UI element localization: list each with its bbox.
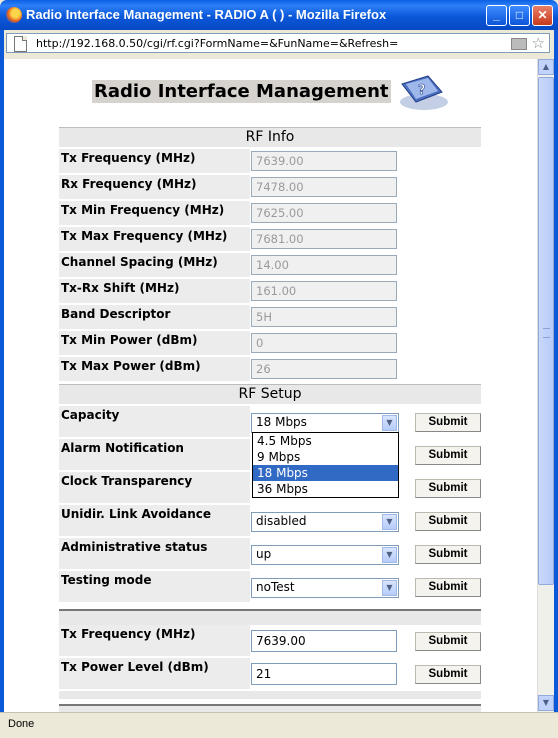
tx-max-power-label: Tx Max Power (dBm) <box>59 357 250 381</box>
capacity-option[interactable]: 9 Mbps <box>253 449 398 465</box>
chevron-down-icon[interactable]: ▼ <box>382 514 397 530</box>
page-title: Radio Interface Management <box>92 80 391 103</box>
page-icon <box>14 36 27 52</box>
window-titlebar: Radio Interface Management - RADIO A ( )… <box>0 0 558 30</box>
status-text: Done <box>8 718 35 730</box>
firefox-icon <box>6 7 22 23</box>
alarm-notification-label: Alarm Notification <box>59 439 250 470</box>
chevron-down-icon[interactable]: ▼ <box>382 547 397 563</box>
chevron-down-icon[interactable]: ▼ <box>382 415 397 431</box>
tx-rx-shift-label: Tx-Rx Shift (MHz) <box>59 279 250 303</box>
tx-min-power-label: Tx Min Power (dBm) <box>59 331 250 355</box>
tx-frequency-setting-label: Tx Frequency (MHz) <box>59 625 250 656</box>
tx-max-frequency-label: Tx Max Frequency (MHz) <box>59 227 250 251</box>
capacity-value: 18 Mbps <box>256 415 307 429</box>
address-bar: http://192.168.0.50/cgi/rf.cgi?FormName=… <box>4 31 554 57</box>
tx-frequency-label: Tx Frequency (MHz) <box>59 149 250 173</box>
scroll-down-icon[interactable]: ▼ <box>538 695 554 711</box>
clock-transparency-label: Clock Transparency <box>59 472 250 503</box>
rx-frequency-field: 7478.00 <box>251 177 397 197</box>
capacity-option-selected[interactable]: 18 Mbps <box>253 465 398 481</box>
admin-status-label: Administrative status <box>59 538 250 569</box>
alarm-notification-submit-button[interactable]: Submit <box>415 446 481 465</box>
channel-spacing-label: Channel Spacing (MHz) <box>59 253 250 277</box>
tx-frequency-input[interactable]: 7639.00 <box>251 630 397 652</box>
section-divider <box>59 609 481 619</box>
scroll-up-icon[interactable]: ▲ <box>538 59 554 75</box>
chevron-down-icon[interactable]: ▼ <box>382 580 397 596</box>
tx-max-frequency-field: 7681.00 <box>251 229 397 249</box>
minimize-button[interactable]: _ <box>486 5 507 26</box>
help-icon[interactable]: ? <box>394 72 450 112</box>
window-frame-right <box>554 30 558 712</box>
scrollbar-thumb[interactable] <box>538 77 554 585</box>
testing-mode-label: Testing mode <box>59 571 250 602</box>
band-descriptor-label: Band Descriptor <box>59 305 250 329</box>
window-title: Radio Interface Management - RADIO A ( )… <box>26 7 387 22</box>
admin-status-select[interactable]: up ▼ <box>251 545 399 565</box>
testing-mode-submit-button[interactable]: Submit <box>415 578 481 597</box>
bottom-divider <box>59 704 481 712</box>
capacity-submit-button[interactable]: Submit <box>415 413 481 432</box>
link-avoidance-select[interactable]: disabled ▼ <box>251 512 399 532</box>
band-descriptor-field: 5H <box>251 307 397 327</box>
rf-setup-header: RF Setup <box>59 384 481 404</box>
testing-mode-select[interactable]: noTest ▼ <box>251 578 399 598</box>
tx-power-level-submit-button[interactable]: Submit <box>415 665 481 684</box>
channel-spacing-field: 14.00 <box>251 255 397 275</box>
tx-min-frequency-field: 7625.00 <box>251 203 397 223</box>
capacity-dropdown-list[interactable]: 4.5 Mbps 9 Mbps 18 Mbps 36 Mbps <box>252 432 399 498</box>
capacity-option[interactable]: 36 Mbps <box>253 481 398 497</box>
svg-text:?: ? <box>418 83 426 98</box>
tx-power-level-input[interactable]: 21 <box>251 663 397 685</box>
page-content: Radio Interface Management ? RF Info Tx … <box>4 59 537 712</box>
bottom-band <box>59 691 481 699</box>
tx-power-level-label: Tx Power Level (dBm) <box>59 658 250 689</box>
capacity-option[interactable]: 4.5 Mbps <box>253 433 398 449</box>
tx-frequency-field: 7639.00 <box>251 151 397 171</box>
link-avoidance-label: Unidir. Link Avoidance <box>59 505 250 536</box>
capacity-select[interactable]: 18 Mbps ▼ <box>251 413 399 433</box>
feed-icon[interactable] <box>511 38 527 50</box>
bookmark-star-icon[interactable]: ☆ <box>532 34 545 52</box>
link-avoidance-submit-button[interactable]: Submit <box>415 512 481 531</box>
clock-transparency-submit-button[interactable]: Submit <box>415 479 481 498</box>
testing-mode-value: noTest <box>256 580 295 594</box>
maximize-button[interactable]: □ <box>509 5 530 26</box>
link-avoidance-value: disabled <box>256 514 307 528</box>
admin-status-submit-button[interactable]: Submit <box>415 545 481 564</box>
admin-status-value: up <box>256 547 272 561</box>
rx-frequency-label: Rx Frequency (MHz) <box>59 175 250 199</box>
tx-max-power-field: 26 <box>251 359 397 379</box>
status-bar: Done <box>0 712 558 738</box>
tx-frequency-submit-button[interactable]: Submit <box>415 632 481 651</box>
close-button[interactable]: ✕ <box>532 5 553 26</box>
tx-min-power-field: 0 <box>251 333 397 353</box>
grip-icon <box>543 328 550 338</box>
tx-rx-shift-field: 161.00 <box>251 281 397 301</box>
url-text: http://192.168.0.50/cgi/rf.cgi?FormName=… <box>36 37 399 50</box>
tx-min-frequency-label: Tx Min Frequency (MHz) <box>59 201 250 225</box>
capacity-label: Capacity <box>59 406 250 437</box>
vertical-scrollbar[interactable]: ▲ ▼ <box>537 59 554 712</box>
rf-info-header: RF Info <box>59 127 481 147</box>
url-field[interactable]: http://192.168.0.50/cgi/rf.cgi?FormName=… <box>6 33 550 53</box>
